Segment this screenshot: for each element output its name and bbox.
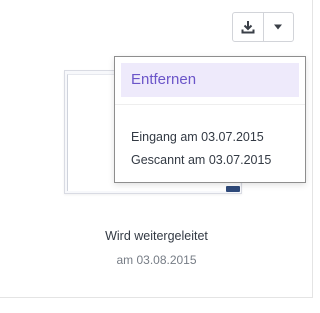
forwarding-status: Wird weitergeleitet	[105, 229, 208, 243]
menu-divider	[115, 104, 305, 105]
document-actions	[232, 12, 294, 42]
actions-dropdown: Entfernen Eingang am 03.07.2015 Gescannt…	[114, 56, 306, 183]
document-fold	[226, 186, 240, 192]
forwarding-date: am 03.08.2015	[116, 253, 197, 267]
more-actions-button[interactable]	[262, 13, 294, 41]
download-button[interactable]	[233, 13, 263, 41]
remove-menu-item[interactable]: Entfernen	[121, 63, 299, 97]
caret-down-icon	[274, 24, 283, 30]
received-date: Eingang am 03.07.2015	[131, 130, 264, 144]
document-card: Entfernen Eingang am 03.07.2015 Gescannt…	[0, 0, 313, 298]
download-icon	[241, 21, 255, 34]
scanned-date: Gescannt am 03.07.2015	[131, 153, 272, 167]
